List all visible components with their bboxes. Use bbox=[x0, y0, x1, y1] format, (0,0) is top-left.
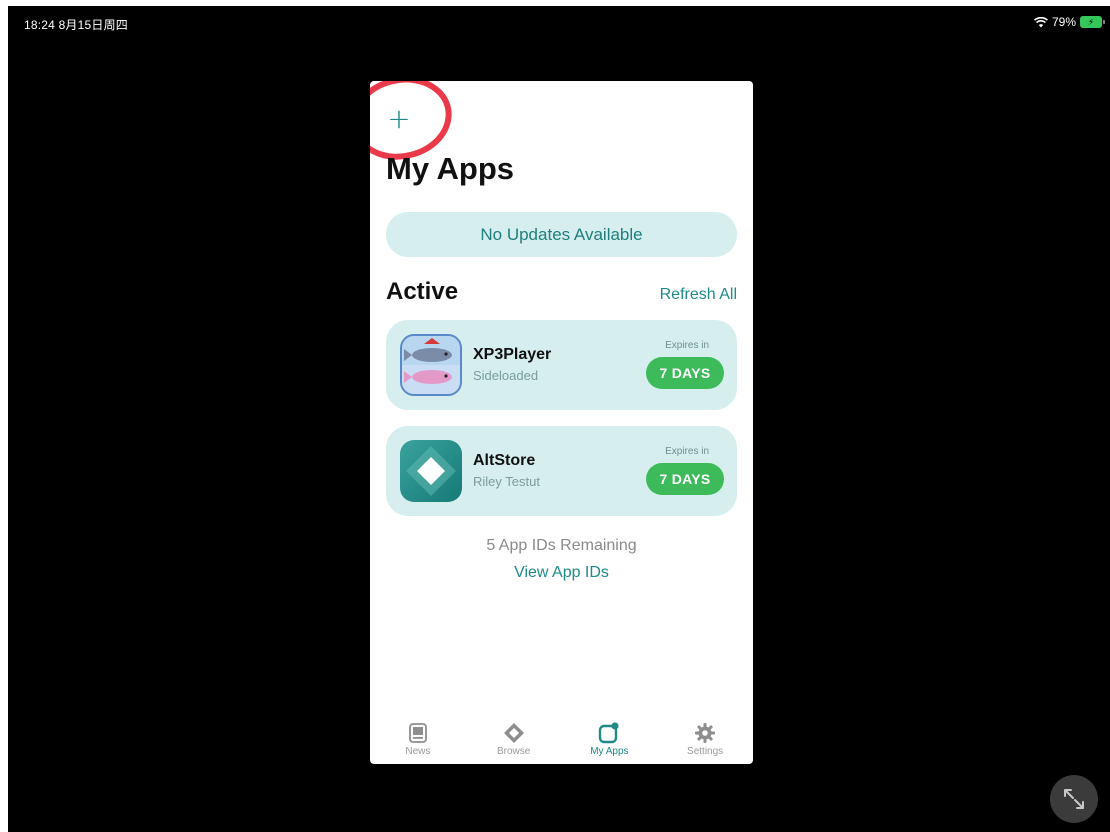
tab-news[interactable]: News bbox=[378, 716, 458, 764]
tab-label: Settings bbox=[687, 746, 724, 757]
expand-arrows-icon bbox=[1064, 789, 1084, 809]
app-name: AltStore bbox=[473, 452, 536, 469]
wifi-icon bbox=[1034, 16, 1048, 27]
app-subtitle: Sideloaded bbox=[473, 368, 539, 383]
altstore-window: + My Apps No Updates Available Active Re… bbox=[370, 81, 753, 764]
status-indicators: 79% ⚡ bbox=[1034, 15, 1105, 29]
expires-badge[interactable]: 7 DAYS bbox=[646, 357, 724, 389]
refresh-all-button[interactable]: Refresh All bbox=[660, 286, 737, 304]
plus-icon[interactable]: + bbox=[386, 105, 412, 133]
resize-button[interactable] bbox=[1050, 775, 1098, 823]
browse-icon bbox=[503, 722, 525, 744]
app-card-xp3player[interactable]: XP3Player Sideloaded Expires in 7 DAYS bbox=[386, 320, 737, 410]
battery-icon: ⚡ bbox=[1080, 16, 1105, 28]
expires-label: Expires in bbox=[665, 340, 709, 351]
tab-my-apps[interactable]: My Apps bbox=[569, 716, 649, 764]
tab-label: Browse bbox=[496, 746, 531, 757]
tab-bar: News Browse My Apps Settings bbox=[370, 716, 753, 764]
xp3player-icon bbox=[400, 334, 462, 396]
app-card-altstore[interactable]: AltStore Riley Testut Expires in 7 DAYS bbox=[386, 426, 737, 516]
gear-icon bbox=[694, 722, 716, 744]
page-title: My Apps bbox=[386, 151, 515, 186]
view-app-ids-link[interactable]: View App IDs bbox=[370, 564, 753, 582]
tab-settings[interactable]: Settings bbox=[665, 716, 745, 764]
tab-label: News bbox=[405, 746, 431, 757]
battery-percent: 79% bbox=[1051, 15, 1076, 29]
app-subtitle: Riley Testut bbox=[473, 474, 540, 489]
altstore-icon bbox=[400, 440, 462, 502]
section-title-active: Active bbox=[386, 278, 459, 305]
expires-badge[interactable]: 7 DAYS bbox=[646, 463, 724, 495]
updates-banner[interactable]: No Updates Available bbox=[386, 212, 737, 257]
app-name: XP3Player bbox=[473, 346, 552, 363]
news-icon bbox=[407, 722, 429, 744]
tab-browse[interactable]: Browse bbox=[474, 716, 554, 764]
status-time: 18:24 8月15日周四 bbox=[24, 18, 128, 32]
tab-label: My Apps bbox=[590, 746, 629, 757]
my-apps-icon bbox=[598, 722, 620, 744]
app-ids-remaining: 5 App IDs Remaining bbox=[486, 537, 637, 554]
expires-label: Expires in bbox=[665, 446, 709, 457]
